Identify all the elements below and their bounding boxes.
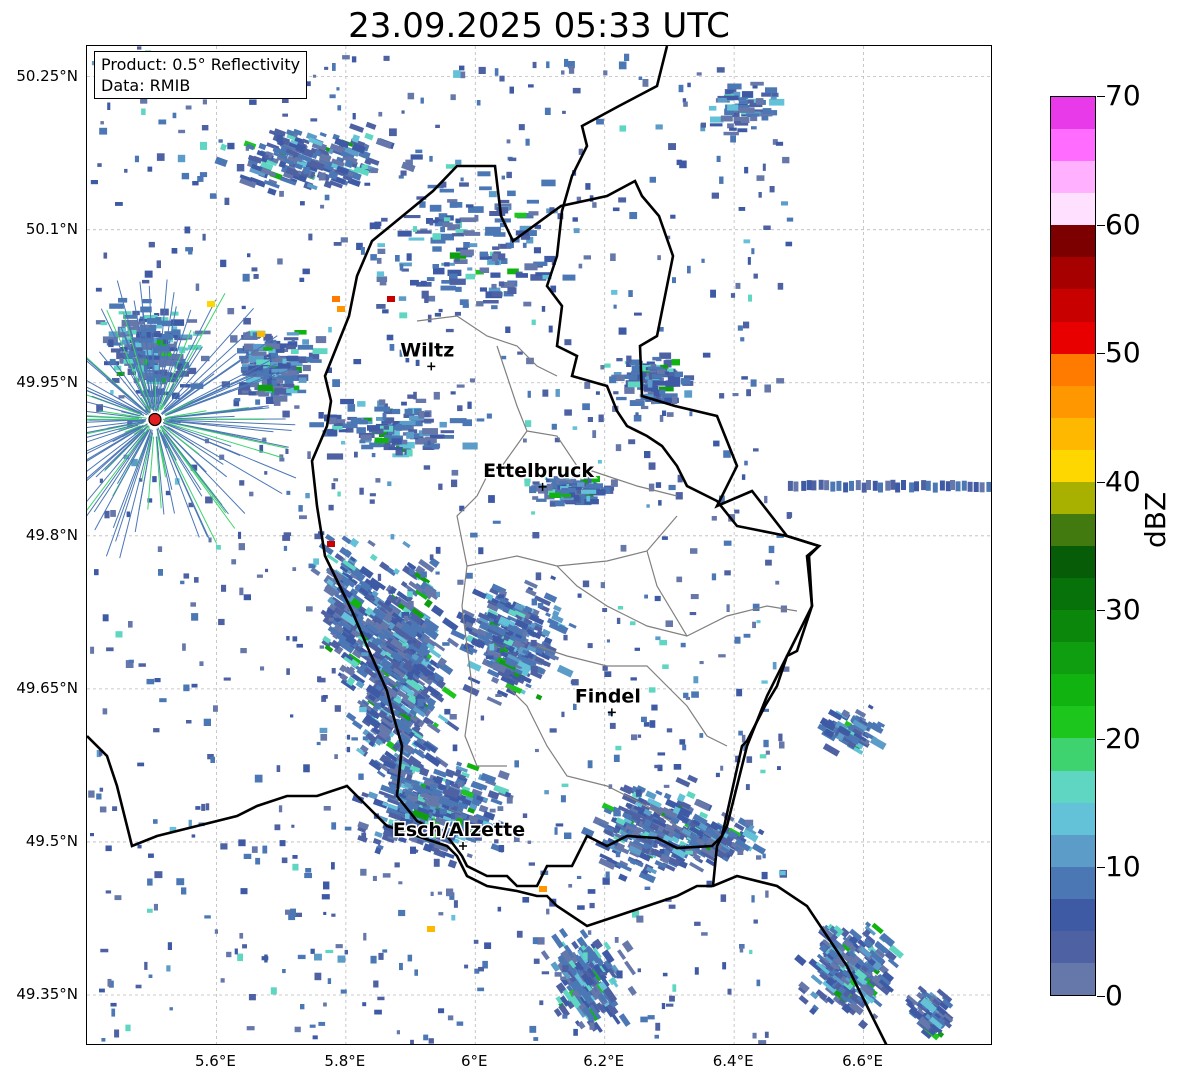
colorbar-tick-label: 30 [1105,593,1141,627]
colorbar [1050,96,1096,996]
radar-site [148,412,162,427]
city-marker [427,362,436,371]
colorbar-tick [1097,96,1105,97]
city-label: Findel [575,685,641,707]
colorbar-tick [1097,481,1105,483]
colorbar-step [1051,737,1095,771]
colorbar-tick [1097,867,1105,869]
lon-tick-label: 6.4°E [712,1052,754,1070]
radar-map: Wiltz Ettelbruck Findel Esch/Alzette [86,45,992,1045]
lon-tick-label: 6°E [461,1052,488,1070]
colorbar-tick [1097,353,1105,355]
colorbar-step [1051,224,1095,258]
colorbar-step [1051,192,1095,226]
colorbar-step [1051,288,1095,322]
colorbar-tick-label: 0 [1105,979,1123,1012]
colorbar-tick [1097,224,1105,226]
radar-map-canvas: Wiltz Ettelbruck Findel Esch/Alzette [87,46,991,1044]
lat-tick-label: 49.35°N [16,984,78,1003]
city-label: Esch/Alzette [393,819,525,841]
colorbar-step [1051,385,1095,418]
lat-tick-label: 49.65°N [16,678,78,697]
colorbar-step [1051,577,1095,611]
city-label: Wiltz [400,339,454,361]
colorbar-tick-label: 70 [1105,79,1141,112]
colorbar-step [1051,449,1095,482]
map-title: 23.09.2025 05:33 UTC [348,6,730,46]
colorbar-step [1051,256,1095,290]
colorbar-tick-label: 40 [1105,464,1141,498]
colorbar-tick-label: 20 [1105,721,1141,755]
colorbar-label: dBZ [1139,491,1172,548]
lon-tick-label: 5.6°E [195,1052,236,1070]
lat-tick-label: 49.8°N [25,525,78,544]
colorbar-step [1051,481,1095,514]
lat-tick-label: 50.1°N [25,219,78,238]
city-marker [458,842,467,850]
colorbar-step [1051,128,1095,162]
lat-tick-label: 50.25°N [16,66,78,85]
colorbar-step [1051,770,1095,803]
lat-tick-label: 49.95°N [16,372,78,391]
colorbar-step [1051,898,1095,931]
lon-tick-label: 6.6°E [842,1052,883,1070]
colorbar-tick-label: 60 [1105,207,1141,241]
colorbar-step [1051,513,1095,546]
data-source-label: Data: RMIB [101,76,191,95]
colorbar-step [1051,962,1095,995]
colorbar-step [1051,866,1095,899]
colorbar-step [1051,802,1095,835]
colorbar-step [1051,96,1095,130]
colorbar-step [1051,834,1095,867]
lat-tick-label: 49.5°N [25,831,78,850]
colorbar-tick [1097,996,1105,997]
colorbar-step [1051,673,1095,707]
lon-tick-label: 6.2°E [583,1052,625,1070]
colorbar-step [1051,641,1095,675]
product-label: Product: 0.5° Reflectivity [101,55,301,74]
colorbar-step [1051,930,1095,963]
lon-tick-label: 5.8°E [324,1052,366,1070]
colorbar-step [1051,609,1095,643]
colorbar-tick-label: 10 [1105,850,1141,884]
radar-site-marker [148,412,162,427]
colorbar-step [1051,545,1095,579]
colorbar-step [1051,705,1095,739]
colorbar-step [1051,160,1095,194]
colorbar-step [1051,417,1095,450]
colorbar-tick [1097,738,1105,740]
colorbar-step [1051,321,1095,354]
product-info-box: Product: 0.5° Reflectivity Data: RMIB [94,51,308,99]
colorbar-tick [1097,610,1105,612]
city-label: Ettelbruck [483,460,594,482]
colorbar-step [1051,353,1095,386]
colorbar-tick-label: 50 [1105,336,1141,370]
